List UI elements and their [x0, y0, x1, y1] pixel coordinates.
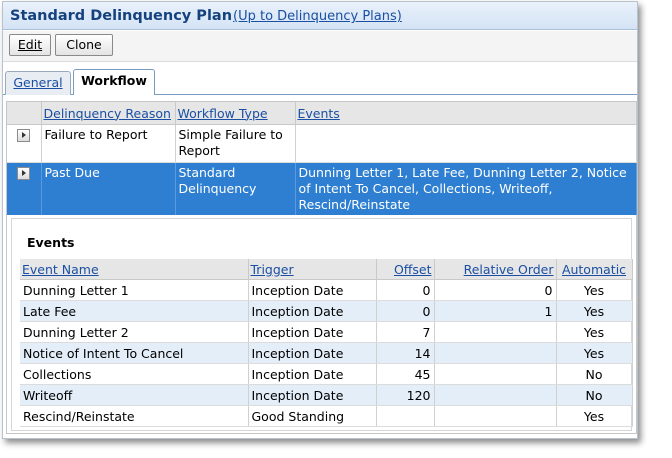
- cell-trigger: Good Standing: [248, 405, 377, 427]
- events-heading: Events: [27, 235, 75, 250]
- cell-automatic: Yes: [556, 321, 633, 343]
- cell-automatic: Yes: [556, 300, 633, 322]
- cell-offset: [376, 405, 435, 427]
- cell-trigger: Inception Date: [248, 300, 377, 322]
- cell-events: [295, 124, 637, 163]
- cell-events: Dunning Letter 1, Late Fee, Dunning Lett…: [295, 162, 637, 215]
- expander-cell: [7, 124, 42, 163]
- cell-offset: 7: [376, 321, 435, 343]
- cell-type: Standard Delinquency: [175, 162, 296, 215]
- event-row[interactable]: Dunning Letter 1 Inception Date 0 0 Yes: [20, 279, 633, 301]
- column-header-relative-order[interactable]: Relative Order: [434, 259, 557, 280]
- event-row[interactable]: Late Fee Inception Date 0 1 Yes: [20, 300, 633, 322]
- expand-arrow-icon[interactable]: [17, 167, 31, 180]
- workflow-row[interactable]: Past Due Standard Delinquency Dunning Lett…: [7, 162, 637, 215]
- column-header-events[interactable]: Events: [295, 102, 637, 125]
- workflow-row[interactable]: Failure to Report Simple Failure to Repor…: [7, 124, 637, 163]
- events-header-row: Event Name Trigger Offset Relative Order…: [20, 259, 633, 280]
- cell-trigger: Inception Date: [248, 363, 377, 385]
- cell-reason: Failure to Report: [41, 124, 176, 163]
- tab-general[interactable]: General: [5, 71, 71, 95]
- workflow-table: Delinquency Reason Workflow Type Events …: [7, 102, 637, 215]
- cell-offset: 120: [376, 384, 435, 406]
- cell-relative-order: [434, 405, 557, 427]
- cell-trigger: Inception Date: [248, 342, 377, 364]
- cell-offset: 0: [376, 279, 435, 301]
- cell-event-name: Late Fee: [20, 300, 249, 322]
- workflow-header-row: Delinquency Reason Workflow Type Events: [7, 102, 637, 125]
- tab-strip: General Workflow: [3, 68, 637, 95]
- cell-event-name: Dunning Letter 1: [20, 279, 249, 301]
- expander-cell: [7, 162, 42, 215]
- tab-workflow[interactable]: Workflow: [73, 69, 155, 95]
- clone-button[interactable]: Clone: [55, 34, 113, 56]
- cell-trigger: Inception Date: [248, 279, 377, 301]
- cell-offset: 14: [376, 342, 435, 364]
- cell-relative-order: [434, 321, 557, 343]
- event-row[interactable]: Notice of Intent To Cancel Inception Date…: [20, 342, 633, 364]
- event-row[interactable]: Collections Inception Date 45 No: [20, 363, 633, 385]
- cell-event-name: Notice of Intent To Cancel: [20, 342, 249, 364]
- cell-relative-order: 0: [434, 279, 557, 301]
- cell-event-name: Writeoff: [20, 384, 249, 406]
- column-header-delinquency-reason[interactable]: Delinquency Reason: [41, 102, 176, 125]
- cell-relative-order: [434, 342, 557, 364]
- cell-event-name: Dunning Letter 2: [20, 321, 249, 343]
- cell-automatic: Yes: [556, 405, 633, 427]
- event-row[interactable]: Rescind/Reinstate Good Standing Yes: [20, 405, 633, 427]
- up-to-plans-link[interactable]: (Up to Delinquency Plans): [233, 9, 402, 24]
- cell-event-name: Collections: [20, 363, 249, 385]
- cell-offset: 0: [376, 300, 435, 322]
- edit-button-label: Edit: [17, 37, 43, 52]
- cell-automatic: Yes: [556, 342, 633, 364]
- cell-relative-order: [434, 384, 557, 406]
- cell-trigger: Inception Date: [248, 321, 377, 343]
- column-header-workflow-type[interactable]: Workflow Type: [175, 102, 296, 125]
- events-table: Event Name Trigger Offset Relative Order…: [20, 259, 633, 427]
- cell-automatic: No: [556, 363, 633, 385]
- cell-relative-order: 1: [434, 300, 557, 322]
- cell-event-name: Rescind/Reinstate: [20, 405, 249, 427]
- column-header-offset[interactable]: Offset: [376, 259, 435, 280]
- expand-arrow-icon[interactable]: [17, 129, 31, 142]
- column-header-trigger[interactable]: Trigger: [248, 259, 377, 280]
- events-detail-panel: Events Event Name Trigger Offset Relativ…: [11, 218, 633, 431]
- cell-trigger: Inception Date: [248, 384, 377, 406]
- event-row[interactable]: Dunning Letter 2 Inception Date 7 Yes: [20, 321, 633, 343]
- toolbar: Edit Clone: [3, 31, 637, 62]
- cell-automatic: Yes: [556, 279, 633, 301]
- expander-column-header: [7, 102, 42, 125]
- edit-button[interactable]: Edit: [9, 34, 51, 56]
- page-title: Standard Delinquency Plan: [10, 8, 233, 24]
- column-header-event-name[interactable]: Event Name: [20, 259, 249, 280]
- cell-automatic: No: [556, 384, 633, 406]
- plan-window: Standard Delinquency Plan (Up to Delinqu…: [2, 1, 638, 439]
- cell-reason: Past Due: [41, 162, 176, 215]
- cell-offset: 45: [376, 363, 435, 385]
- title-bar: Standard Delinquency Plan (Up to Delinqu…: [3, 2, 637, 30]
- workflow-grid: Delinquency Reason Workflow Type Events …: [6, 101, 637, 434]
- cell-relative-order: [434, 363, 557, 385]
- event-row[interactable]: Writeoff Inception Date 120 No: [20, 384, 633, 406]
- cell-type: Simple Failure to Report: [175, 124, 296, 163]
- column-header-automatic[interactable]: Automatic: [556, 259, 633, 280]
